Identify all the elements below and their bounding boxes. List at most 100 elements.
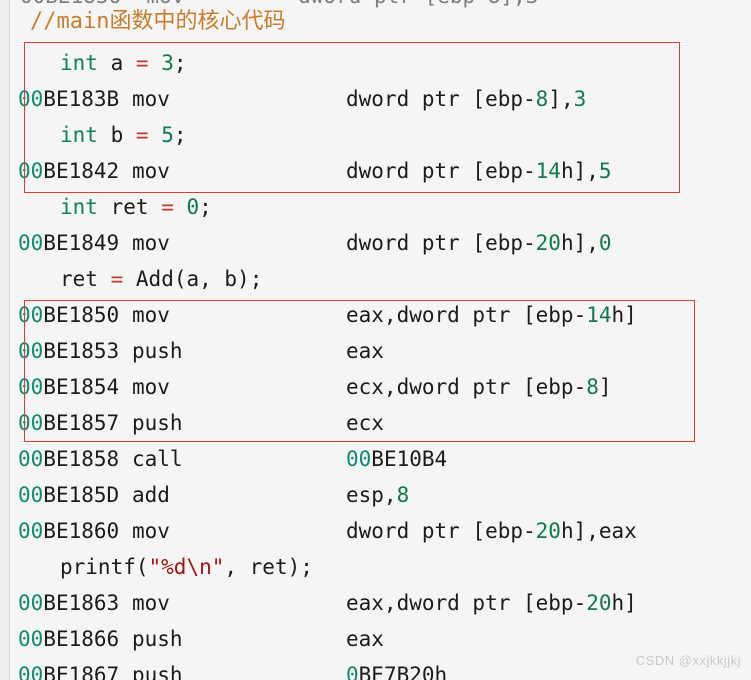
address-prefix: 00 xyxy=(18,447,44,471)
source-token xyxy=(149,51,162,75)
source-token xyxy=(149,123,162,147)
operand-token: 14 xyxy=(586,303,612,327)
operand-token: 0 xyxy=(346,663,359,680)
address-body: BE1854 xyxy=(43,375,120,399)
operand-token: 3 xyxy=(573,87,587,111)
source-line-text: int ret = 0; xyxy=(60,189,212,225)
instruction-address: 00BE1842 xyxy=(18,153,119,189)
source-line-text: int a = 3; xyxy=(60,45,187,81)
address-body: BE1866 xyxy=(43,627,120,651)
source-token: = xyxy=(135,123,149,147)
source-token: b xyxy=(110,123,124,147)
source-token: 3 xyxy=(161,51,174,75)
instruction-mnemonic: mov xyxy=(132,375,170,399)
operand-token: dword ptr [ebp- xyxy=(346,231,536,255)
source-token xyxy=(98,267,111,291)
address-prefix: 00 xyxy=(18,483,44,507)
operand-token: eax xyxy=(346,339,384,363)
address-prefix: 00 xyxy=(18,411,44,435)
source-token: ; xyxy=(173,51,187,75)
instruction-address: 00BE183B xyxy=(18,81,119,117)
instruction-address: 00BE1849 xyxy=(18,225,119,261)
source-token: 5 xyxy=(161,123,174,147)
instruction-mnemonic: mov xyxy=(132,159,170,183)
source-token: , ret); xyxy=(224,555,313,579)
instruction-address: 00BE1857 xyxy=(18,405,119,441)
instruction-mnemonic: push xyxy=(132,339,183,363)
address-prefix: 00 xyxy=(18,303,44,327)
instruction-operands: dword ptr [ebp-20h],0 xyxy=(346,225,612,261)
instruction-mnemonic: add xyxy=(132,483,170,507)
instruction-mnemonic: push xyxy=(132,411,183,435)
source-token: = xyxy=(135,51,149,75)
address-body: BE1857 xyxy=(43,411,120,435)
address-prefix: 00 xyxy=(18,159,44,183)
address-body: BE1842 xyxy=(43,159,120,183)
address-prefix: 00 xyxy=(18,339,44,363)
instruction-address: 00BE1850 xyxy=(18,297,119,333)
source-token: int xyxy=(60,51,98,75)
instruction-address: 00BE1853 xyxy=(18,333,119,369)
operand-token: h],eax xyxy=(560,519,637,543)
source-token xyxy=(123,267,136,291)
instruction-operands: eax,dword ptr [ebp-14h] xyxy=(346,297,637,333)
operand-token: 20 xyxy=(535,519,561,543)
source-token: ; xyxy=(199,195,212,219)
instruction-operands: esp,8 xyxy=(346,477,409,513)
operand-token: BE7B20h xyxy=(358,663,448,680)
address-body: BE1849 xyxy=(43,231,120,255)
comment-text: //main函数中的核心代码 xyxy=(30,9,286,34)
operand-token: dword ptr [ebp- xyxy=(346,159,536,183)
csdn-watermark: CSDN @xxjkkjjkj xyxy=(635,653,741,668)
address-prefix: 00 xyxy=(18,627,44,651)
instruction-address: 00BE185D xyxy=(18,477,119,513)
code-area[interactable]: 00BE1836 mov dword ptr [ebp-8],3//main函数… xyxy=(10,0,751,680)
instruction-operands: eax,dword ptr [ebp-20h] xyxy=(346,585,637,621)
address-body: BE183B xyxy=(43,87,120,111)
source-token: int xyxy=(60,195,98,219)
operand-token: dword ptr [ebp- xyxy=(346,519,536,543)
operand-token: 20 xyxy=(586,591,612,615)
address-body: BE1850 xyxy=(43,303,120,327)
address-prefix: 00 xyxy=(18,87,44,111)
operand-token: 8 xyxy=(535,87,549,111)
instruction-operands: eax xyxy=(346,333,384,369)
instruction-mnemonic: push xyxy=(132,627,183,651)
instruction-operands: dword ptr [ebp-20h],eax xyxy=(346,513,637,549)
operand-token: 5 xyxy=(598,159,612,183)
operand-token: ] xyxy=(598,375,612,399)
source-token xyxy=(98,51,111,75)
operand-token: 00 xyxy=(346,447,372,471)
operand-token: 0 xyxy=(598,231,612,255)
address-body: BE1853 xyxy=(43,339,120,363)
address-body: BE185D xyxy=(43,483,120,507)
source-token: Add(a, b); xyxy=(135,267,263,291)
instruction-mnemonic: mov xyxy=(132,87,170,111)
source-line-text: int b = 5; xyxy=(60,117,187,153)
operand-token: h], xyxy=(560,159,599,183)
instruction-operands: ecx xyxy=(346,405,384,441)
editor-gutter-rail xyxy=(0,0,9,680)
instruction-operands: ecx,dword ptr [ebp-8] xyxy=(346,369,612,405)
source-token xyxy=(123,51,136,75)
address-prefix: 00 xyxy=(18,591,44,615)
instruction-address: 00BE1854 xyxy=(18,369,119,405)
address-body: BE1863 xyxy=(43,591,120,615)
source-line-text: ret = Add(a, b); xyxy=(60,261,262,297)
operand-token: 20 xyxy=(535,231,561,255)
source-token: int xyxy=(60,123,98,147)
address-prefix: 00 xyxy=(18,663,44,680)
instruction-mnemonic: mov xyxy=(132,591,170,615)
operand-token: h] xyxy=(611,303,637,327)
source-token xyxy=(98,195,111,219)
source-token: ret xyxy=(60,267,98,291)
source-token: 0 xyxy=(186,195,200,219)
instruction-mnemonic: mov xyxy=(132,519,170,543)
source-token: = xyxy=(161,195,174,219)
instruction-operands: dword ptr [ebp-14h],5 xyxy=(346,153,612,189)
operand-token: 8 xyxy=(586,375,599,399)
source-token xyxy=(174,195,187,219)
operand-token: h] xyxy=(611,591,637,615)
source-token: ; xyxy=(173,123,187,147)
instruction-mnemonic: push xyxy=(132,663,183,680)
